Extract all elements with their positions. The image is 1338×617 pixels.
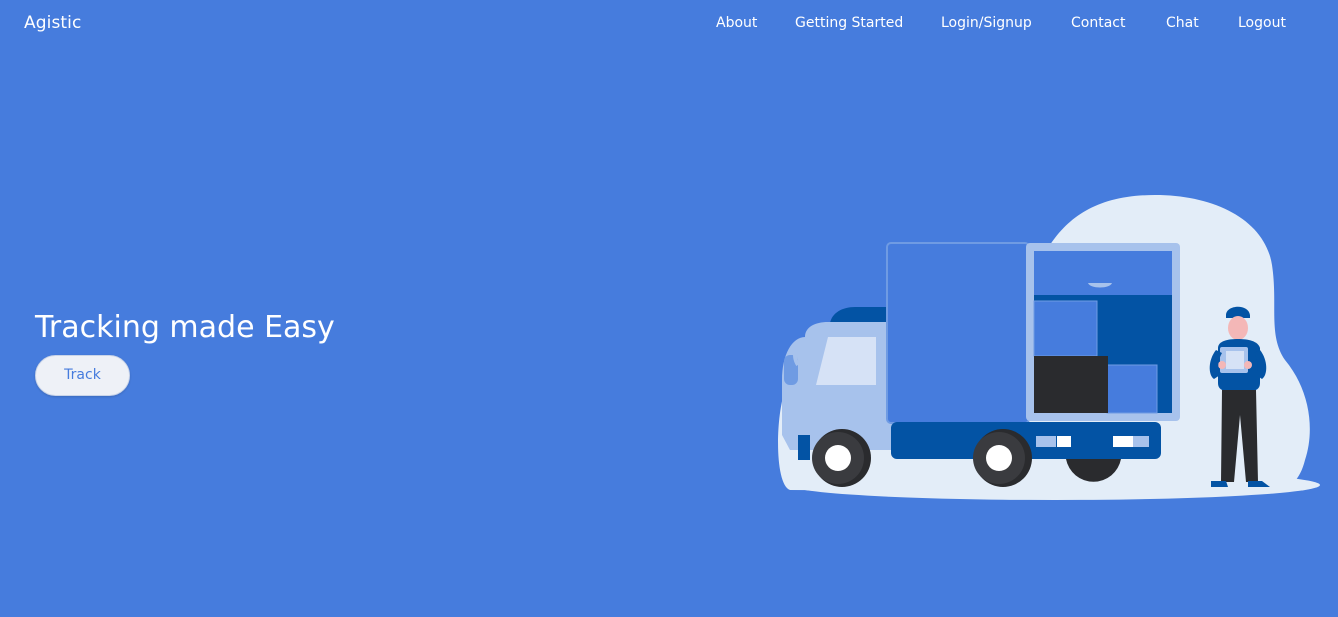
truck-front-bumper — [798, 435, 810, 460]
delivery-truck-illustration — [778, 195, 1320, 500]
nav-item-about[interactable]: About — [716, 13, 757, 33]
nav-item-login-signup[interactable]: Login/Signup — [941, 13, 1032, 33]
nav-item-contact[interactable]: Contact — [1071, 13, 1125, 33]
ground-shadow — [790, 470, 1320, 500]
nav-item-chat[interactable]: Chat — [1166, 13, 1199, 33]
cargo-box-light — [1033, 300, 1098, 357]
top-navbar: Agistic About Getting Started Login/Sign… — [0, 0, 1338, 46]
nav-item-getting-started[interactable]: Getting Started — [795, 13, 903, 33]
cargo-box-mid — [1106, 364, 1158, 414]
track-button[interactable]: Track — [35, 355, 130, 396]
landing-page: Agistic About Getting Started Login/Sign… — [0, 0, 1338, 617]
cargo-box-dark — [1034, 356, 1108, 413]
truck-cargo-box — [886, 242, 1030, 424]
hero-title: Tracking made Easy — [35, 310, 335, 345]
brand-logo-link[interactable]: Agistic — [24, 12, 81, 34]
hero-section: Tracking made Easy — [35, 309, 335, 347]
nav-item-logout[interactable]: Logout — [1238, 13, 1286, 33]
